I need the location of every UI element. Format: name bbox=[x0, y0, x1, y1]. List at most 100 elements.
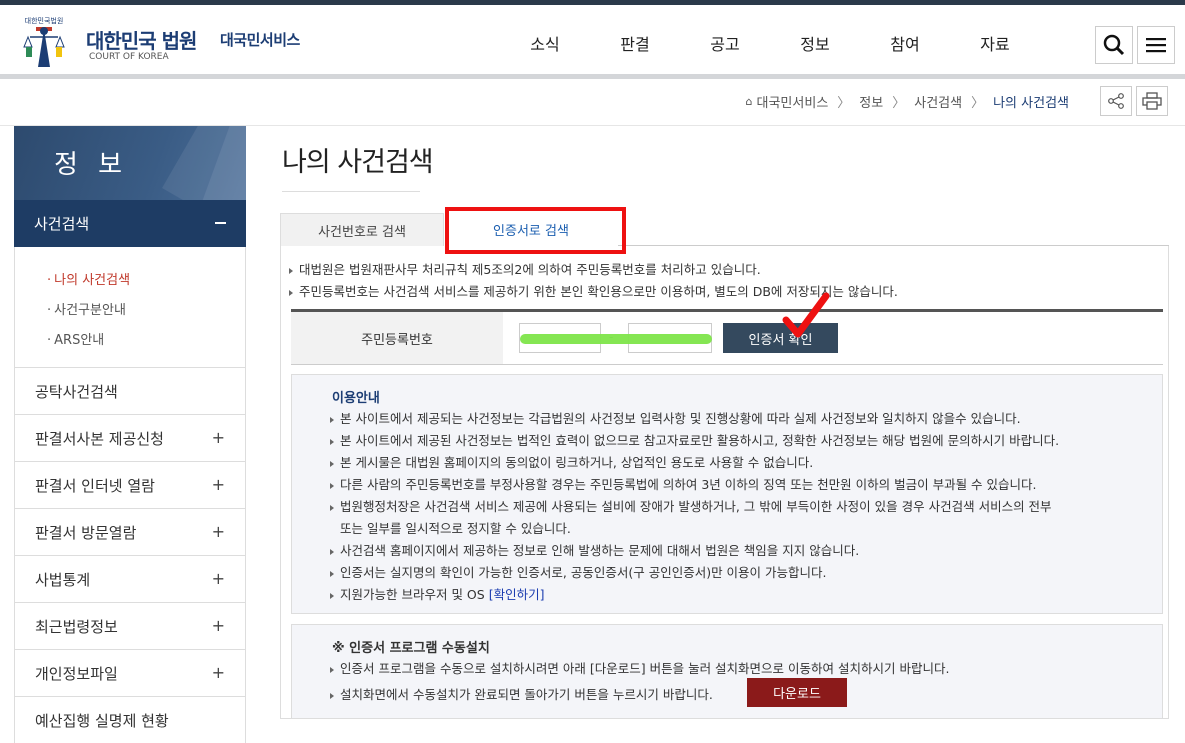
collapse-icon bbox=[215, 222, 226, 224]
sidebar-item-label: 공탁사건검색 bbox=[35, 382, 118, 401]
share-icon bbox=[1108, 93, 1124, 109]
sidebar-submenu: 나의 사건검색 사건구분안내 ARS안내 bbox=[14, 247, 246, 368]
search-button[interactable] bbox=[1095, 26, 1133, 64]
chevron-right-icon: 〉 bbox=[971, 96, 985, 111]
breadcrumb-item[interactable]: 사건검색 bbox=[914, 92, 962, 111]
bullet-icon bbox=[330, 592, 334, 599]
breadcrumb-item[interactable]: 정보 bbox=[859, 92, 883, 111]
guide-line-continued: 또는 일부를 일시적으로 정지할 수 있습니다. bbox=[340, 521, 571, 536]
sidebar-item-label: 판결서 방문열람 bbox=[35, 523, 137, 542]
checkmark-icon bbox=[782, 292, 830, 338]
bullet-icon bbox=[330, 482, 334, 489]
main-nav: 소식 판결 공고 정보 참여 자료 bbox=[500, 31, 1040, 55]
plus-icon: + bbox=[211, 569, 225, 588]
bullet-icon bbox=[330, 692, 334, 699]
guide-line: 사건검색 홈페이지에서 제공하는 정보로 인해 발생하는 문제에 대해서 법원은… bbox=[330, 540, 859, 559]
nav-info[interactable]: 정보 bbox=[770, 31, 860, 55]
bullet-icon bbox=[330, 666, 334, 673]
sidebar-item-label: 사건검색 bbox=[34, 215, 90, 233]
sidebar-header: 정 보 bbox=[14, 126, 246, 200]
print-button[interactable] bbox=[1136, 86, 1168, 116]
id-number-label: 주민등록번호 bbox=[291, 312, 503, 364]
plus-icon: + bbox=[211, 428, 225, 447]
install-line: 인증서 프로그램을 수동으로 설치하시려면 아래 [다운로드] 버튼을 눌러 설… bbox=[330, 658, 949, 677]
service-name[interactable]: 대국민서비스 bbox=[220, 29, 300, 50]
sidebar-title: 정 보 bbox=[54, 150, 129, 180]
bullet-icon bbox=[289, 267, 293, 274]
sidebar-item-label: 예산집행 실명제 현황 bbox=[35, 711, 169, 730]
breadcrumb-current[interactable]: 나의 사건검색 bbox=[993, 92, 1069, 111]
logo-small-text: 대한민국법원 bbox=[25, 16, 64, 25]
redaction-mark bbox=[520, 334, 712, 344]
site-title[interactable]: 대한민국 법원 bbox=[86, 25, 197, 54]
sidebar-item[interactable]: 개인정보파일 + bbox=[14, 650, 246, 697]
nav-resources[interactable]: 자료 bbox=[950, 31, 1040, 55]
bullet-icon bbox=[330, 416, 334, 423]
manual-install-box: ※ 인증서 프로그램 수동설치 인증서 프로그램을 수동으로 설치하시려면 아래… bbox=[291, 624, 1163, 719]
search-icon bbox=[1103, 34, 1125, 56]
header-divider bbox=[0, 74, 1185, 79]
sidebar-item-label: 판결서사본 제공신청 bbox=[35, 429, 164, 448]
guide-line: 본 사이트에서 제공된 사건정보는 법적인 효력이 없으므로 참고자료로만 활용… bbox=[330, 430, 1059, 449]
site-header: 대한민국법원 대한민국 법원 COURT OF KOREA 대국민서비스 소식 … bbox=[0, 5, 1185, 75]
sidebar-item-label: 사법통계 bbox=[35, 570, 91, 589]
page-title: 나의 사건검색 bbox=[282, 147, 434, 178]
bullet-icon bbox=[330, 548, 334, 555]
submenu-item-my-case[interactable]: 나의 사건검색 bbox=[47, 269, 130, 288]
plus-icon: + bbox=[211, 475, 225, 494]
sidebar-item-label: 개인정보파일 bbox=[35, 664, 118, 683]
guide-line: 법원행정처장은 사건검색 서비스 제공에 사용되는 설비에 장애가 발생하거나,… bbox=[330, 496, 1052, 515]
sidebar-item-label: 판결서 인터넷 열람 bbox=[35, 476, 155, 495]
sidebar-item-label: 최근법령정보 bbox=[35, 617, 118, 636]
sidebar-item[interactable]: 사법통계 + bbox=[14, 556, 246, 603]
title-underline bbox=[282, 191, 420, 192]
sidebar-item[interactable]: 판결서 방문열람 + bbox=[14, 509, 246, 556]
share-button[interactable] bbox=[1100, 86, 1132, 116]
id-number-row: 주민등록번호 - 인증서 확인 bbox=[291, 309, 1163, 365]
guide-line: 지원가능한 브라우저 및 OS [확인하기] bbox=[330, 584, 544, 603]
sidebar-item-case-search[interactable]: 사건검색 bbox=[14, 200, 246, 247]
plus-icon: + bbox=[211, 663, 225, 682]
search-tabs: 사건번호로 검색 인증서로 검색 bbox=[280, 213, 1169, 246]
submenu-item-case-type[interactable]: 사건구분안내 bbox=[47, 299, 126, 318]
sidebar-item[interactable]: 최근법령정보 + bbox=[14, 603, 246, 650]
breadcrumb-item[interactable]: 대국민서비스 bbox=[757, 92, 829, 111]
bullet-icon bbox=[330, 460, 334, 467]
guide-title: 이용안내 bbox=[332, 391, 380, 406]
usage-guide: 이용안내 본 사이트에서 제공되는 사건정보는 각급법원의 사건정보 입력사항 … bbox=[291, 374, 1163, 614]
guide-line: 본 게시물은 대법원 홈페이지의 동의없이 링크하거나, 상업적인 용도로 사용… bbox=[330, 452, 813, 471]
hamburger-icon bbox=[1146, 38, 1166, 53]
guide-line: 인증서는 실지명의 확인이 가능한 인증서로, 공동인증서(구 공인인증서)만 … bbox=[330, 562, 827, 581]
sidebar-item[interactable]: 판결서사본 제공신청 + bbox=[14, 415, 246, 462]
sidebar-list: 공탁사건검색 판결서사본 제공신청 + 판결서 인터넷 열람 + 판결서 방문열람 +… bbox=[14, 368, 246, 743]
nav-participate[interactable]: 참여 bbox=[860, 31, 950, 55]
tab-case-number[interactable]: 사건번호로 검색 bbox=[280, 213, 444, 246]
site-subtitle: COURT OF KOREA bbox=[89, 52, 169, 62]
nav-judgment[interactable]: 판결 bbox=[590, 31, 680, 55]
sidebar-item[interactable]: 예산집행 실명제 현황 bbox=[14, 697, 246, 743]
download-button[interactable]: 다운로드 bbox=[747, 678, 847, 707]
notice-line: 대법원은 법원재판사무 처리규칙 제5조의2에 의하여 주민등록번호를 처리하고… bbox=[289, 259, 761, 278]
chevron-right-icon: 〉 bbox=[892, 96, 906, 111]
bullet-icon bbox=[330, 570, 334, 577]
install-title: ※ 인증서 프로그램 수동설치 bbox=[332, 641, 490, 656]
plus-icon: + bbox=[211, 616, 225, 635]
nav-news[interactable]: 소식 bbox=[500, 31, 590, 55]
notice-text: 대법원은 법원재판사무 처리규칙 제5조의2에 의하여 주민등록번호를 처리하고… bbox=[299, 262, 761, 277]
print-icon bbox=[1142, 92, 1162, 110]
guide-line: 다른 사람의 주민등록번호를 부정사용할 경우는 주민등록법에 의하여 3년 이… bbox=[330, 474, 1037, 493]
sidebar-item[interactable]: 공탁사건검색 bbox=[14, 368, 246, 415]
bullet-icon bbox=[289, 289, 293, 296]
browser-os-link[interactable]: [확인하기] bbox=[489, 587, 545, 602]
bullet-icon bbox=[330, 438, 334, 445]
sidebar-item[interactable]: 판결서 인터넷 열람 + bbox=[14, 462, 246, 509]
plus-icon: + bbox=[211, 522, 225, 541]
bullet-icon bbox=[330, 504, 334, 511]
breadcrumb: ⌂ 대국민서비스 〉 정보 〉 사건검색 〉 나의 사건검색 bbox=[746, 92, 1069, 111]
court-logo-icon[interactable]: 대한민국법원 bbox=[14, 11, 74, 71]
menu-button[interactable] bbox=[1137, 26, 1175, 64]
home-icon: ⌂ bbox=[745, 95, 753, 108]
submenu-item-ars[interactable]: ARS안내 bbox=[47, 329, 104, 348]
chevron-right-icon: 〉 bbox=[837, 96, 851, 111]
nav-notice[interactable]: 공고 bbox=[680, 31, 770, 55]
